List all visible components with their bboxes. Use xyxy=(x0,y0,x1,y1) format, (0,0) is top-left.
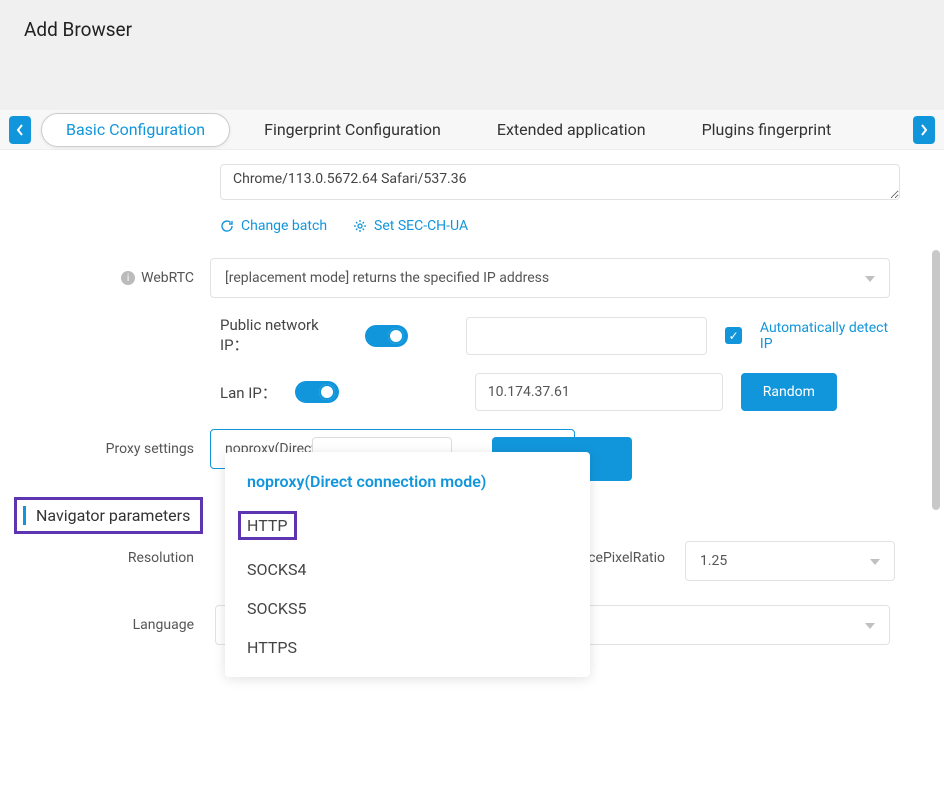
navigator-parameters-heading: Navigator parameters xyxy=(23,506,190,525)
lan-ip-toggle[interactable] xyxy=(295,381,339,403)
info-icon: i xyxy=(121,271,135,285)
page-title: Add Browser xyxy=(24,18,920,41)
chevron-left-icon xyxy=(16,124,24,136)
tabs-next-arrow[interactable] xyxy=(913,116,935,144)
lan-ip-label: Lan IP： xyxy=(220,382,277,403)
webrtc-mode-select[interactable]: [replacement mode] returns the specified… xyxy=(210,258,890,298)
public-ip-input[interactable] xyxy=(466,317,708,355)
navigator-parameters-heading-highlight: Navigator parameters xyxy=(14,497,203,534)
auto-detect-label: Automatically detect IP xyxy=(760,320,900,352)
tab-fingerprint-configuration[interactable]: Fingerprint Configuration xyxy=(236,110,469,150)
proxy-option-https[interactable]: HTTPS xyxy=(225,628,590,667)
tab-plugins-fingerprint[interactable]: Plugins fingerprint xyxy=(674,110,860,150)
scrollbar[interactable] xyxy=(932,250,940,510)
proxy-dropdown: noproxy(Direct connection mode) HTTP SOC… xyxy=(225,452,590,677)
proxy-option-noproxy[interactable]: noproxy(Direct connection mode) xyxy=(225,462,590,501)
set-sec-ch-ua-link[interactable]: Set SEC-CH-UA xyxy=(353,218,468,234)
user-agent-input[interactable]: Chrome/113.0.5672.64 Safari/537.36 xyxy=(220,164,900,200)
proxy-option-socks5[interactable]: SOCKS5 xyxy=(225,589,590,628)
public-ip-toggle[interactable] xyxy=(365,325,408,347)
device-pixel-ratio-select[interactable]: 1.25 xyxy=(685,541,895,581)
auto-detect-checkbox[interactable]: ✓ xyxy=(725,327,742,344)
lan-ip-input[interactable] xyxy=(475,373,723,411)
proxy-option-http[interactable]: HTTP xyxy=(225,501,590,550)
random-button[interactable]: Random xyxy=(741,373,837,411)
change-batch-link[interactable]: Change batch xyxy=(220,218,327,234)
tabs-prev-arrow[interactable] xyxy=(9,116,31,144)
webrtc-label: WebRTC xyxy=(141,270,194,286)
gear-icon xyxy=(353,219,367,233)
resolution-label: Resolution xyxy=(128,550,194,566)
refresh-icon xyxy=(220,219,234,233)
tab-extended-application[interactable]: Extended application xyxy=(469,110,674,150)
chevron-right-icon xyxy=(920,124,928,136)
device-pixel-ratio-label: vicePixelRatio xyxy=(578,550,665,566)
public-ip-label: Public network IP： xyxy=(220,316,347,355)
tab-basic-configuration[interactable]: Basic Configuration xyxy=(41,113,230,147)
language-label: Language xyxy=(133,617,194,633)
proxy-option-socks4[interactable]: SOCKS4 xyxy=(225,550,590,589)
tabs-bar: Basic Configuration Fingerprint Configur… xyxy=(0,110,944,150)
set-sec-ch-ua-label: Set SEC-CH-UA xyxy=(374,218,468,234)
change-batch-label: Change batch xyxy=(241,218,327,234)
